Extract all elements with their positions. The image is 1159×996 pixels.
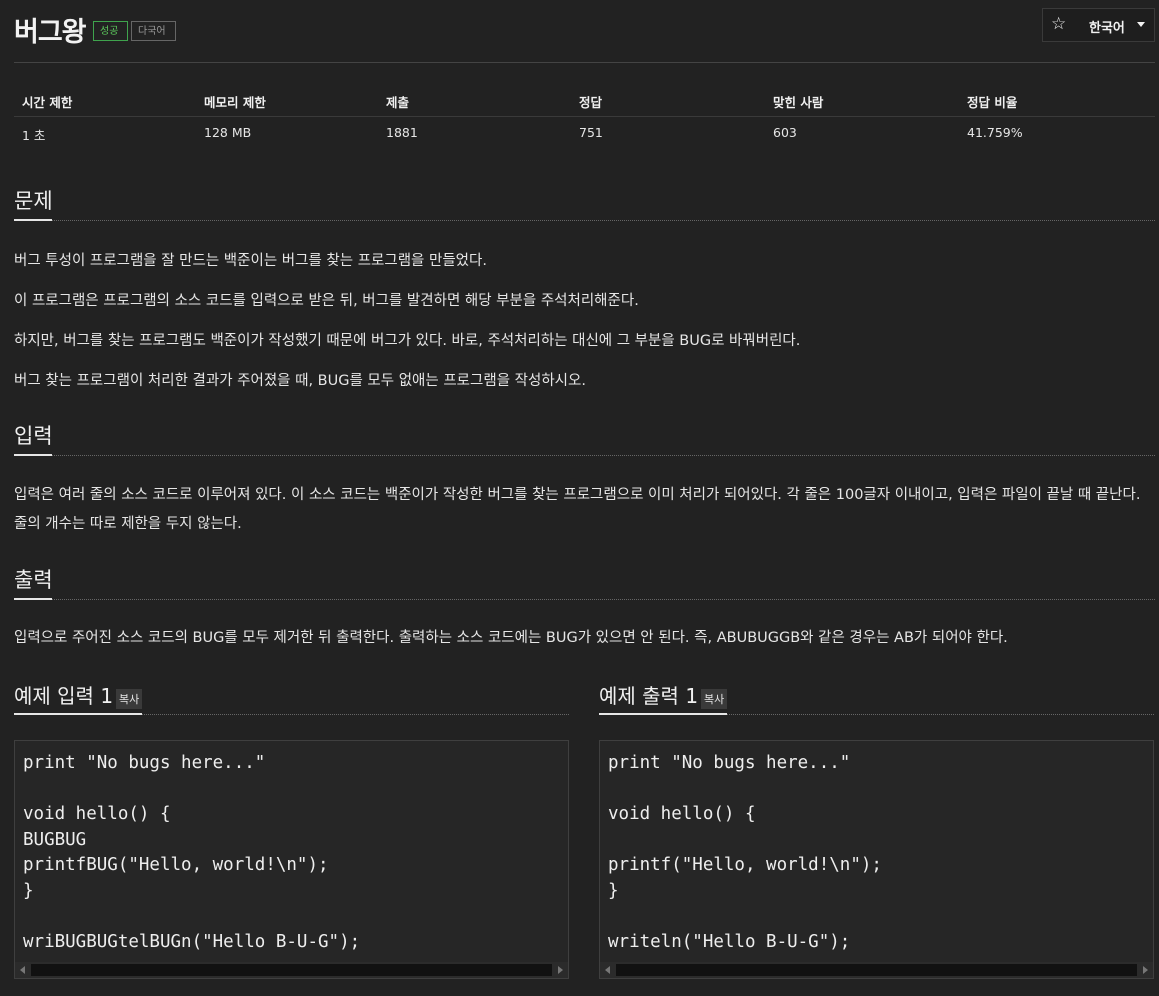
heading-underline	[14, 219, 52, 221]
sample-input-code: print "No bugs here..." void hello() { B…	[23, 753, 361, 953]
section-title-input: 입력	[14, 424, 53, 448]
header-solved-users: 맞힌 사람	[773, 95, 824, 110]
header-accepted: 정답	[579, 95, 603, 110]
value-accepted: 751	[579, 125, 603, 140]
header-submissions: 제출	[386, 95, 410, 110]
copy-sample-input-button[interactable]: 복사	[116, 688, 143, 709]
sample-output-heading: 예제 출력 1 복사	[599, 680, 1154, 716]
value-solved-users: 603	[773, 125, 797, 140]
problem-paragraph-1: 버그 투성이 프로그램을 잘 만드는 백준이는 버그를 찾는 프로그램을 만들었…	[14, 253, 487, 269]
heading-dotted-line	[52, 455, 1155, 456]
table-header-row: 시간 제한 메모리 제한 제출 정답 맞힌 사람 정답 비율	[14, 84, 1155, 117]
copy-sample-output-button[interactable]: 복사	[701, 688, 728, 709]
sample-input-code-box: print "No bugs here..." void hello() { B…	[14, 740, 569, 979]
problem-paragraph-4: 버그 찾는 프로그램이 처리한 결과가 주어졌을 때, BUG를 모두 없애는 …	[14, 373, 586, 389]
header-memory-limit: 메모리 제한	[204, 95, 266, 110]
heading-dotted-line	[727, 714, 1154, 715]
chevron-down-icon[interactable]	[1137, 22, 1145, 27]
problem-info-table: 시간 제한 메모리 제한 제출 정답 맞힌 사람 정답 비율 1 초 128 M…	[14, 84, 1155, 148]
header-actions: ☆ 한국어	[1042, 8, 1155, 42]
horizontal-scrollbar[interactable]	[600, 962, 1153, 978]
horizontal-scrollbar[interactable]	[15, 962, 568, 978]
header-time-limit: 시간 제한	[22, 95, 73, 110]
language-dropdown[interactable]: 한국어	[1089, 17, 1125, 36]
sample-output-code: print "No bugs here..." void hello() { p…	[608, 753, 882, 953]
scroll-right-icon[interactable]	[558, 966, 563, 974]
sample-output-title: 예제 출력 1	[599, 684, 699, 708]
input-section-heading: 입력	[14, 420, 1155, 456]
scroll-right-icon[interactable]	[1143, 966, 1148, 974]
output-description: 입력으로 주어진 소스 코드의 BUG를 모두 제거한 뒤 출력한다. 출력하는…	[14, 630, 1008, 646]
sample-output-code-box: print "No bugs here..." void hello() { p…	[599, 740, 1154, 979]
scroll-left-icon[interactable]	[605, 966, 610, 974]
value-memory-limit: 128 MB	[204, 125, 252, 140]
input-description: 입력은 여러 줄의 소스 코드로 이루어져 있다. 이 소스 코드는 백준이가 …	[14, 487, 1141, 532]
header-divider	[14, 62, 1155, 63]
problem-paragraph-3: 하지만, 버그를 찾는 프로그램도 백준이가 작성했기 때문에 버그가 있다. …	[14, 333, 801, 349]
problem-paragraph-2: 이 프로그램은 프로그램의 소스 코드를 입력으로 받은 뒤, 버그를 발견하면…	[14, 293, 639, 309]
heading-underline	[599, 713, 727, 715]
section-title-output: 출력	[14, 568, 53, 592]
heading-underline	[14, 598, 52, 600]
success-badge: 성공	[93, 21, 128, 41]
multilang-badge: 다국어	[131, 21, 176, 41]
sample-input-heading: 예제 입력 1 복사	[14, 680, 569, 716]
value-submissions: 1881	[386, 125, 418, 140]
value-accept-ratio: 41.759%	[967, 125, 1023, 140]
heading-underline	[14, 713, 142, 715]
scroll-left-icon[interactable]	[20, 966, 25, 974]
heading-underline	[14, 454, 52, 456]
header-accept-ratio: 정답 비율	[967, 95, 1018, 110]
output-section-heading: 출력	[14, 564, 1155, 600]
problem-title: 버그왕	[14, 17, 87, 48]
scrollbar-thumb[interactable]	[31, 964, 552, 976]
scrollbar-thumb[interactable]	[616, 964, 1137, 976]
star-icon[interactable]: ☆	[1051, 14, 1066, 34]
section-title-problem: 문제	[14, 189, 53, 213]
sample-input-title: 예제 입력 1	[14, 684, 114, 708]
heading-dotted-line	[52, 220, 1155, 221]
problem-section-heading: 문제	[14, 185, 1155, 221]
heading-dotted-line	[52, 599, 1155, 600]
heading-dotted-line	[142, 714, 569, 715]
problem-header: 버그왕 성공 다국어 ☆ 한국어	[14, 8, 1155, 62]
value-time-limit: 1 초	[22, 128, 46, 143]
table-row: 1 초 128 MB 1881 751 603 41.759%	[14, 116, 1155, 148]
